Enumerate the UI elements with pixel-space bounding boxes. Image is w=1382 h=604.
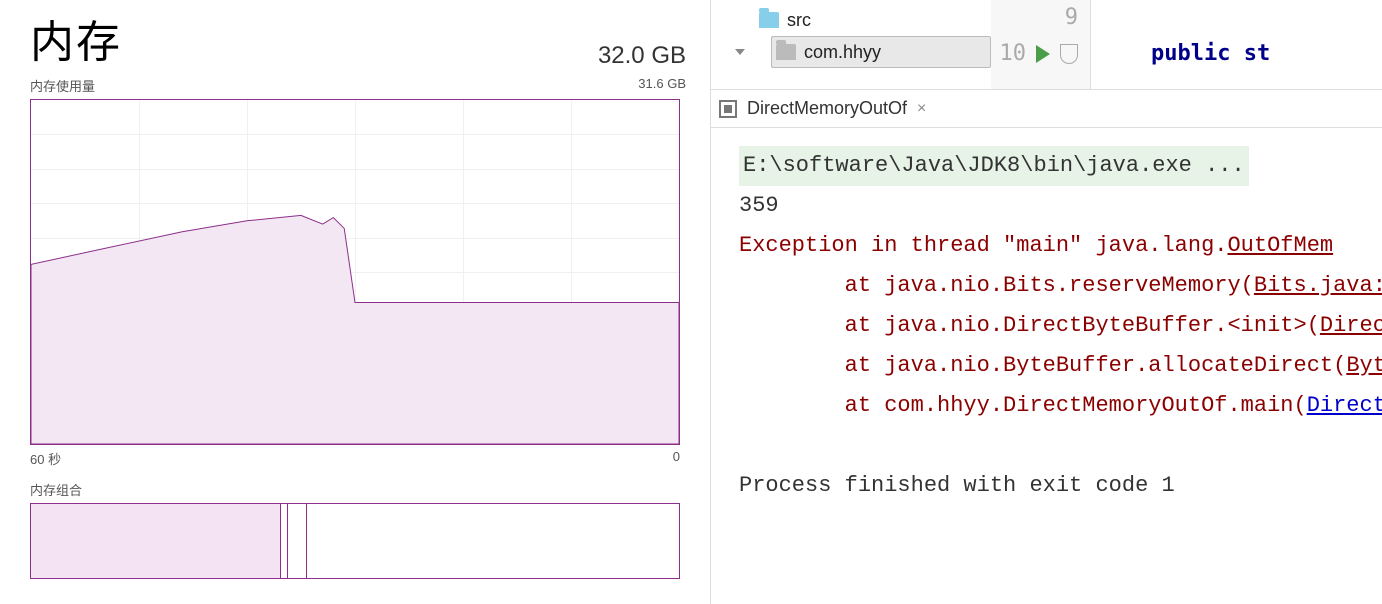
console-tab-row: DirectMemoryOutOf × bbox=[711, 90, 1382, 128]
x-axis-right: 0 bbox=[673, 449, 680, 468]
close-icon[interactable]: × bbox=[917, 100, 926, 118]
memory-area-svg bbox=[31, 100, 679, 444]
shield-icon[interactable] bbox=[1060, 44, 1078, 64]
console-cmd: E:\software\Java\JDK8\bin\java.exe ... bbox=[739, 146, 1249, 186]
console-output[interactable]: E:\software\Java\JDK8\bin\java.exe ... 3… bbox=[711, 128, 1382, 604]
editor-text-area[interactable]: public st bbox=[1091, 0, 1270, 89]
code-keyword: public st bbox=[1151, 41, 1270, 66]
x-axis-left: 60 秒 bbox=[30, 449, 61, 468]
chevron-down-icon[interactable] bbox=[735, 49, 745, 55]
run-gutter-icon[interactable] bbox=[1036, 45, 1050, 63]
tree-label-src: src bbox=[787, 10, 811, 31]
memory-total: 32.0 GB bbox=[598, 42, 686, 70]
tree-label-package: com.hhyy bbox=[804, 42, 881, 63]
memory-composition-bar[interactable] bbox=[30, 503, 680, 579]
memory-usage-max: 31.6 GB bbox=[638, 76, 686, 95]
project-tree[interactable]: src com.hhyy bbox=[711, 0, 991, 89]
console-tab[interactable]: DirectMemoryOutOf × bbox=[747, 98, 926, 119]
memory-usage-chart[interactable] bbox=[30, 99, 680, 445]
memory-panel: 内存 32.0 GB 内存使用量 31.6 GB 60 秒 0 内存组合 bbox=[0, 0, 710, 604]
memory-composition-label: 内存组合 bbox=[30, 480, 686, 499]
package-icon bbox=[776, 44, 796, 60]
tree-row-src[interactable]: src bbox=[735, 4, 991, 36]
exception-line: Exception in thread "main" java.lang.Out… bbox=[739, 233, 1333, 258]
trace-line-3: at com.hhyy.DirectMemoryOutOf.main(Direc… bbox=[739, 393, 1382, 418]
line-number-9: 9 bbox=[1065, 0, 1078, 36]
trace-line-1: at java.nio.DirectByteBuffer.<init>(Dire… bbox=[739, 313, 1382, 338]
folder-icon bbox=[759, 12, 779, 28]
ide-panel: src com.hhyy 9 10 public bbox=[710, 0, 1382, 604]
trace-line-0: at java.nio.Bits.reserveMemory(Bits.java… bbox=[739, 273, 1382, 298]
stop-icon[interactable] bbox=[719, 100, 737, 118]
console-num: 359 bbox=[739, 193, 779, 218]
line-number-10: 10 bbox=[1000, 36, 1027, 72]
console-tab-label: DirectMemoryOutOf bbox=[747, 98, 907, 119]
memory-usage-label: 内存使用量 bbox=[30, 76, 95, 95]
editor-gutter[interactable]: 9 10 bbox=[991, 0, 1091, 89]
trace-line-2: at java.nio.ByteBuffer.allocateDirect(By… bbox=[739, 353, 1382, 378]
tree-row-package[interactable]: com.hhyy bbox=[771, 36, 991, 68]
memory-title: 内存 bbox=[30, 6, 122, 70]
exit-line: Process finished with exit code 1 bbox=[739, 473, 1175, 498]
